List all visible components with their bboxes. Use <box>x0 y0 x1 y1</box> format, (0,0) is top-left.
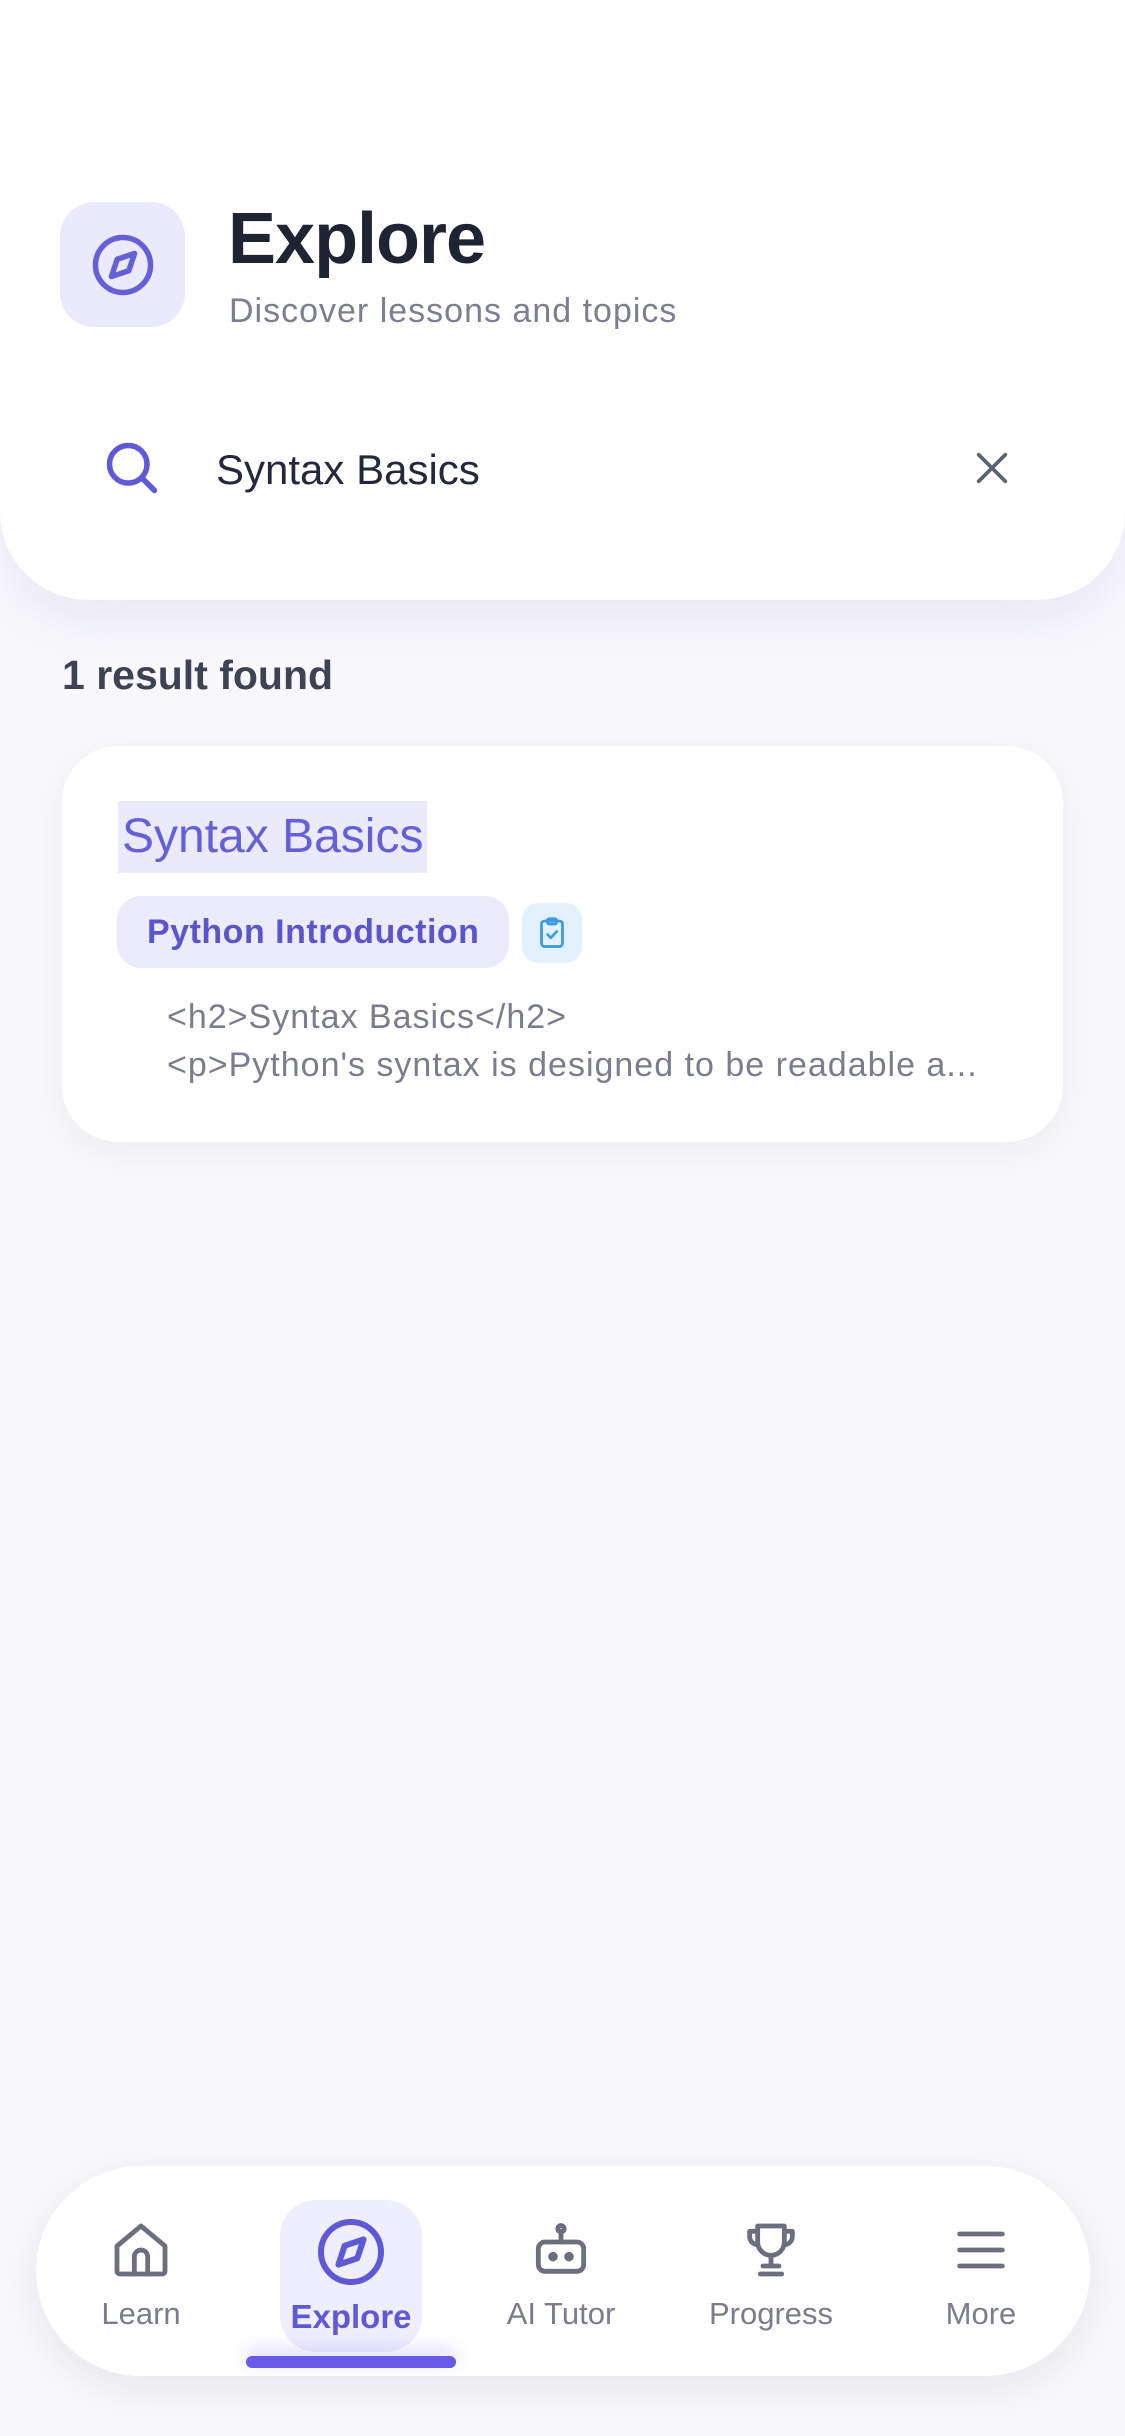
course-tag: Python Introduction <box>117 896 510 968</box>
nav-item-ai-tutor[interactable]: AI Tutor <box>456 2166 666 2376</box>
nav-item-learn[interactable]: Learn <box>36 2166 246 2376</box>
nav-label-explore: Explore <box>290 2298 412 2335</box>
clear-search-button[interactable] <box>960 436 1024 500</box>
result-title[interactable]: Syntax Basics <box>118 801 428 873</box>
search-bar[interactable]: Syntax Basics <box>60 410 1065 530</box>
lesson-type-badge <box>522 903 582 963</box>
result-snippet: <h2>Syntax Basics</h2> <p>Python's synta… <box>167 993 1017 1089</box>
active-tab-indicator <box>246 2356 456 2368</box>
compass-icon <box>92 234 153 295</box>
nav-item-explore[interactable]: Explore <box>246 2166 456 2376</box>
search-input[interactable]: Syntax Basics <box>216 446 480 494</box>
search-result-card[interactable]: Syntax Basics Python Introduction <h2>Sy… <box>62 746 1063 1142</box>
trophy-icon <box>747 2223 795 2277</box>
nav-item-more[interactable]: More <box>876 2166 1086 2376</box>
nav-item-progress[interactable]: Progress <box>666 2166 876 2376</box>
clipboard-check-icon <box>540 917 564 948</box>
robot-icon <box>535 2223 587 2274</box>
snippet-line: <h2>Syntax Basics</h2> <box>167 998 568 1036</box>
explore-screen: Explore Discover lessons and topics Synt… <box>0 0 1125 2436</box>
header-badge <box>60 202 185 327</box>
header-panel: Explore Discover lessons and topics Synt… <box>0 0 1125 600</box>
page-subtitle: Discover lessons and topics <box>229 292 678 330</box>
nav-label-more: More <box>945 2296 1017 2331</box>
nav-label-progress: Progress <box>708 2296 834 2331</box>
nav-label-ai-tutor: AI Tutor <box>506 2296 616 2331</box>
result-count: 1 result found <box>62 652 334 698</box>
page-title: Explore <box>228 199 486 279</box>
close-icon <box>976 452 1008 484</box>
nav-label-learn: Learn <box>101 2296 181 2331</box>
bottom-nav: Learn Explore AI Tutor Progress More <box>36 2166 1090 2376</box>
home-icon <box>114 2223 168 2277</box>
compass-icon <box>318 2219 384 2285</box>
menu-icon <box>957 2231 1005 2269</box>
search-icon <box>106 442 158 494</box>
snippet-line: <p>Python's syntax is designed to be rea… <box>167 1046 978 1084</box>
